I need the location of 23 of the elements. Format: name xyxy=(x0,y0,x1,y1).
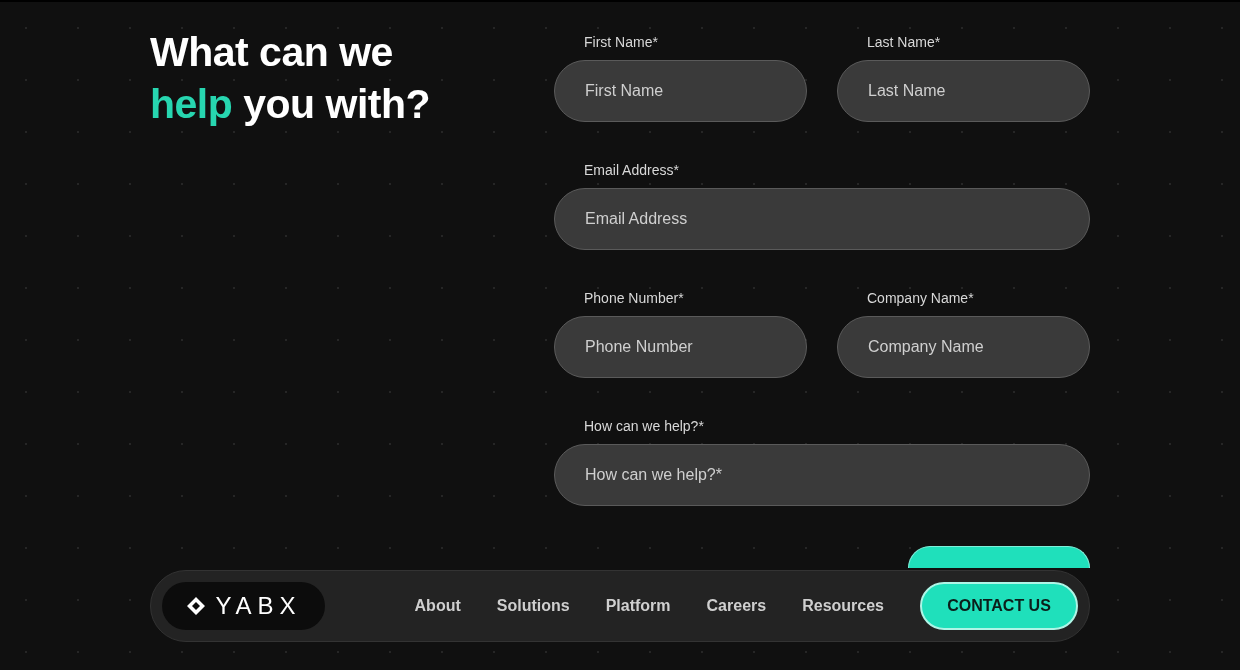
send-button[interactable] xyxy=(908,546,1090,568)
field-label: How can we help?* xyxy=(583,418,705,435)
field-label: Phone Number* xyxy=(583,290,685,307)
input-field[interactable]: Last Name xyxy=(837,60,1090,122)
input-field[interactable]: Phone Number xyxy=(554,316,807,378)
field-label: First Name* xyxy=(583,34,659,51)
nav-link[interactable]: Platform xyxy=(605,594,671,618)
input-field[interactable]: First Name xyxy=(554,60,807,122)
contact-button[interactable]: CONTACT US xyxy=(920,582,1078,630)
field-label: Company Name* xyxy=(866,290,975,307)
heading: What can we help you with? xyxy=(150,28,431,129)
nav-link[interactable]: Resources xyxy=(802,594,884,618)
logo[interactable]: YABX xyxy=(162,582,325,630)
field-label: Last Name* xyxy=(866,34,942,51)
input-field[interactable]: How can we help?* xyxy=(554,444,1090,506)
input-field[interactable]: Email Address xyxy=(554,188,1090,250)
nav-link[interactable]: About xyxy=(414,594,461,618)
input-field[interactable]: Company Name xyxy=(837,316,1090,378)
logo-text: YABX xyxy=(215,591,302,621)
field-label: Email Address* xyxy=(583,162,680,179)
nav-link[interactable]: Careers xyxy=(706,594,767,618)
nav-link[interactable]: Solutions xyxy=(496,594,570,618)
diamond-logo-icon xyxy=(185,595,208,617)
